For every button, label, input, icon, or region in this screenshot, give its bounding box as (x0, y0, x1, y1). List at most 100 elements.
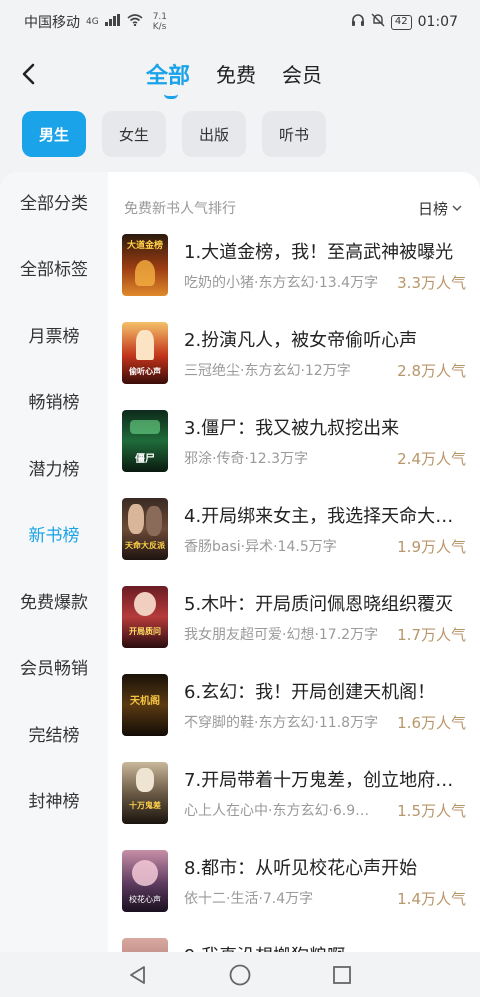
signal-icon (104, 14, 121, 30)
chip-publish[interactable]: 出版 (182, 111, 246, 157)
back-arrow-icon[interactable] (14, 58, 46, 90)
status-bar: 中国移动 4G 7.1 K/s 42 01:07 (0, 0, 480, 44)
system-nav-bar (0, 952, 480, 997)
rank-sidebar: 全部分类 全部标签 月票榜 畅销榜 潜力榜 新书榜 免费爆款 会员畅销 完结榜 … (0, 172, 108, 952)
book-cover: 大道金榜 (122, 234, 168, 296)
book-cover-title: 开局质问 (129, 627, 161, 636)
sidebar-item-all-tags[interactable]: 全部标签 (0, 250, 108, 290)
status-left: 中国移动 4G 7.1 K/s (24, 12, 167, 32)
cover-figure (146, 506, 162, 536)
carrier-label: 中国移动 (24, 15, 80, 31)
sort-dropdown[interactable]: 日榜 (418, 198, 462, 219)
tab-free[interactable]: 免费 (216, 59, 256, 95)
sidebar-item-new-books[interactable]: 新书榜 (0, 516, 108, 556)
tab-vip[interactable]: 会员 (282, 59, 322, 95)
chip-female[interactable]: 女生 (102, 111, 166, 157)
book-cover-title: 十万鬼差 (129, 801, 161, 810)
book-cover: 校花心声 (122, 850, 168, 912)
sidebar-item-bestseller[interactable]: 畅销榜 (0, 383, 108, 423)
book-cover-title: 偷听心声 (129, 367, 161, 376)
tab-bar: 全部 免费 会员 (146, 58, 322, 99)
book-meta: 心上人在心中·东方玄幻·6.9万字 (184, 803, 380, 819)
book-title: 2.扮演凡人，被女帝偷听心声 (184, 330, 418, 351)
book-meta: 不穿脚的鞋·东方玄幻·11.8万字 (184, 715, 379, 731)
tab-vip-label: 会员 (282, 63, 323, 87)
book-popularity: 1.6万人气 (397, 714, 466, 732)
book-row[interactable]: 偷听心声 2.扮演凡人，被女帝偷听心声 三冠绝尘·东方玄幻·12万字 2.8万人… (122, 322, 466, 392)
book-popularity: 1.4万人气 (397, 890, 466, 908)
book-row[interactable]: 大道金榜 1.大道金榜，我！至高武神被曝光 吃奶的小猪·东方玄幻·13.4万字 … (122, 234, 466, 304)
book-title: 1.大道金榜，我！至高武神被曝光 (184, 242, 454, 263)
book-cover: 天机阁 (122, 674, 168, 736)
book-cover: 偷听心声 (122, 322, 168, 384)
book-cover (122, 938, 168, 952)
cover-figure (130, 420, 160, 434)
net-speed: 7.1 K/s (153, 12, 167, 32)
nav-home-icon[interactable] (228, 963, 252, 987)
book-cover-title: 僵尸 (135, 454, 155, 465)
book-popularity: 1.9万人气 (397, 538, 466, 556)
book-title: 3.僵尸：我又被九叔挖出来 (184, 418, 400, 439)
top-header: 全部 免费 会员 (0, 44, 480, 106)
category-chips: 男生 女生 出版 听书 (22, 111, 326, 157)
book-popularity: 2.8万人气 (397, 362, 466, 380)
cover-figure (128, 504, 144, 534)
chevron-down-icon (452, 202, 462, 215)
book-cover: 开局质问 (122, 586, 168, 648)
sidebar-item-monthly[interactable]: 月票榜 (0, 317, 108, 357)
book-row[interactable]: 天命大反派 4.开局绑来女主，我选择天命大反派 香肠basi·异术·14.5万字… (122, 498, 466, 568)
network-type: 4G (86, 17, 99, 27)
tab-active-indicator (164, 94, 178, 99)
book-title: 9.我真没想搬狗粮啊 (184, 942, 466, 952)
book-row[interactable]: 校花心声 8.都市：从听见校花心声开始 依十二·生活·7.4万字 1.4万人气 (122, 850, 466, 920)
tab-free-label: 免费 (216, 63, 257, 87)
sidebar-item-legend[interactable]: 封神榜 (0, 782, 108, 822)
book-cover-title: 天命大反派 (125, 541, 165, 550)
nav-recents-icon[interactable] (330, 963, 354, 987)
sidebar-item-completed[interactable]: 完结榜 (0, 716, 108, 756)
sort-label: 日榜 (417, 199, 448, 218)
chip-male[interactable]: 男生 (22, 111, 86, 157)
book-row[interactable]: 十万鬼差 7.开局带着十万鬼差，创立地府阎罗 心上人在心中·东方玄幻·6.9万字… (122, 762, 466, 832)
cover-figure (136, 768, 154, 792)
book-cover-title: 大道金榜 (126, 241, 163, 251)
nav-back-icon[interactable] (126, 963, 150, 987)
book-cover: 僵尸 (122, 410, 168, 472)
cover-figure (136, 330, 154, 360)
book-cover: 天命大反派 (122, 498, 168, 560)
book-meta: 邪涂·传奇·12.3万字 (184, 451, 309, 467)
book-cover-title: 天机阁 (130, 696, 160, 707)
book-meta: 我女朋友超可爱·幻想·17.2万字 (184, 627, 379, 643)
book-meta: 吃奶的小猪·东方玄幻·13.4万字 (184, 275, 379, 291)
book-popularity: 2.4万人气 (397, 450, 466, 468)
book-row[interactable]: 僵尸 3.僵尸：我又被九叔挖出来 邪涂·传奇·12.3万字 2.4万人气 (122, 410, 466, 480)
book-title: 4.开局绑来女主，我选择天命大反派 (184, 506, 466, 527)
book-title: 8.都市：从听见校花心声开始 (184, 858, 418, 879)
cover-figure (134, 592, 156, 616)
book-list: 免费新书人气排行 日榜 大道金榜 1.大道金榜，我！至高武神被曝光 吃奶的小猪·… (108, 172, 480, 952)
tab-all[interactable]: 全部 (146, 58, 191, 99)
sidebar-item-free-hits[interactable]: 免费爆款 (0, 583, 108, 623)
sidebar-item-potential[interactable]: 潜力榜 (0, 450, 108, 490)
cover-figure (135, 260, 155, 286)
sidebar-item-all-categories[interactable]: 全部分类 (0, 184, 108, 224)
tab-all-label: 全部 (146, 64, 191, 89)
net-speed-unit: K/s (152, 22, 167, 32)
list-title: 免费新书人气排行 (124, 201, 236, 217)
book-meta: 依十二·生活·7.4万字 (184, 891, 314, 907)
chip-audio[interactable]: 听书 (262, 111, 326, 157)
headset-icon (351, 13, 365, 31)
book-cover: 十万鬼差 (122, 762, 168, 824)
book-popularity: 1.7万人气 (397, 626, 466, 644)
book-cover-title: 校花心声 (129, 895, 161, 904)
book-row[interactable]: 天机阁 6.玄幻：我！开局创建天机阁！ 不穿脚的鞋·东方玄幻·11.8万字 1.… (122, 674, 466, 744)
sidebar-item-vip-bestseller[interactable]: 会员畅销 (0, 649, 108, 689)
status-right: 42 01:07 (351, 13, 458, 31)
wifi-icon (127, 14, 143, 30)
book-row[interactable]: 9.我真没想搬狗粮啊 (122, 938, 466, 952)
book-popularity: 3.3万人气 (397, 274, 466, 292)
battery-indicator: 42 (390, 14, 412, 30)
book-row[interactable]: 开局质问 5.木叶：开局质问佩恩晓组织覆灭 我女朋友超可爱·幻想·17.2万字 … (122, 586, 466, 656)
book-title: 5.木叶：开局质问佩恩晓组织覆灭 (184, 594, 454, 615)
list-header: 免费新书人气排行 日榜 (124, 196, 462, 220)
